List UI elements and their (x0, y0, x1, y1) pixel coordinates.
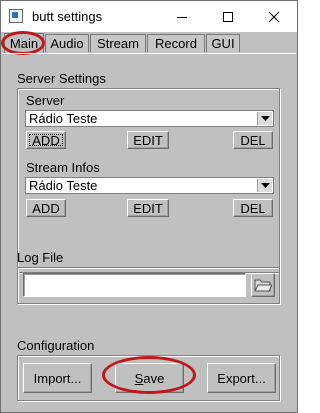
server-label: Server (26, 93, 65, 108)
log-file-heading: Log File (17, 250, 64, 265)
server-settings-heading: Server Settings (17, 71, 106, 86)
save-button[interactable]: Save (115, 363, 184, 393)
tab-record[interactable]: Record (147, 34, 205, 52)
server-del-button[interactable]: DEL (233, 131, 273, 149)
server-edit-button[interactable]: EDIT (127, 131, 169, 149)
stream-infos-del-button[interactable]: DEL (233, 199, 273, 217)
save-label: Save (134, 370, 165, 386)
tab-stream[interactable]: Stream (90, 34, 146, 52)
server-select[interactable]: Rádio Teste (25, 110, 274, 127)
window-title: butt settings (32, 9, 103, 24)
tab-gui[interactable]: GUI (206, 34, 240, 52)
import-button[interactable]: Import... (23, 363, 92, 393)
folder-icon (254, 279, 272, 292)
chevron-down-icon[interactable] (257, 179, 272, 192)
chevron-down-icon[interactable] (257, 112, 272, 125)
tab-main[interactable]: Main (4, 33, 44, 53)
stream-infos-select-value: Rádio Teste (29, 178, 98, 193)
settings-window: butt settings Main Audio Stream Record G… (0, 0, 298, 413)
server-add-button[interactable]: ADD (26, 131, 66, 149)
close-icon (268, 11, 280, 22)
main-tab-panel: Server Settings Server Rádio Teste ADD E… (2, 53, 296, 412)
stream-infos-edit-button[interactable]: EDIT (127, 199, 169, 217)
minimize-icon (177, 16, 187, 18)
app-icon (9, 9, 23, 23)
stream-infos-add-button[interactable]: ADD (26, 199, 66, 217)
stream-infos-label: Stream Infos (26, 160, 100, 175)
title-bar[interactable]: butt settings (1, 1, 297, 32)
export-button[interactable]: Export... (207, 363, 276, 393)
minimize-button[interactable] (159, 1, 205, 32)
tab-audio[interactable]: Audio (45, 34, 89, 52)
close-button[interactable] (251, 1, 297, 32)
stream-infos-select[interactable]: Rádio Teste (25, 177, 274, 194)
maximize-icon (223, 11, 233, 22)
maximize-button[interactable] (205, 1, 251, 32)
server-select-value: Rádio Teste (29, 111, 98, 126)
configuration-heading: Configuration (17, 338, 95, 353)
log-file-input[interactable] (23, 273, 246, 297)
browse-folder-button[interactable] (251, 273, 275, 297)
